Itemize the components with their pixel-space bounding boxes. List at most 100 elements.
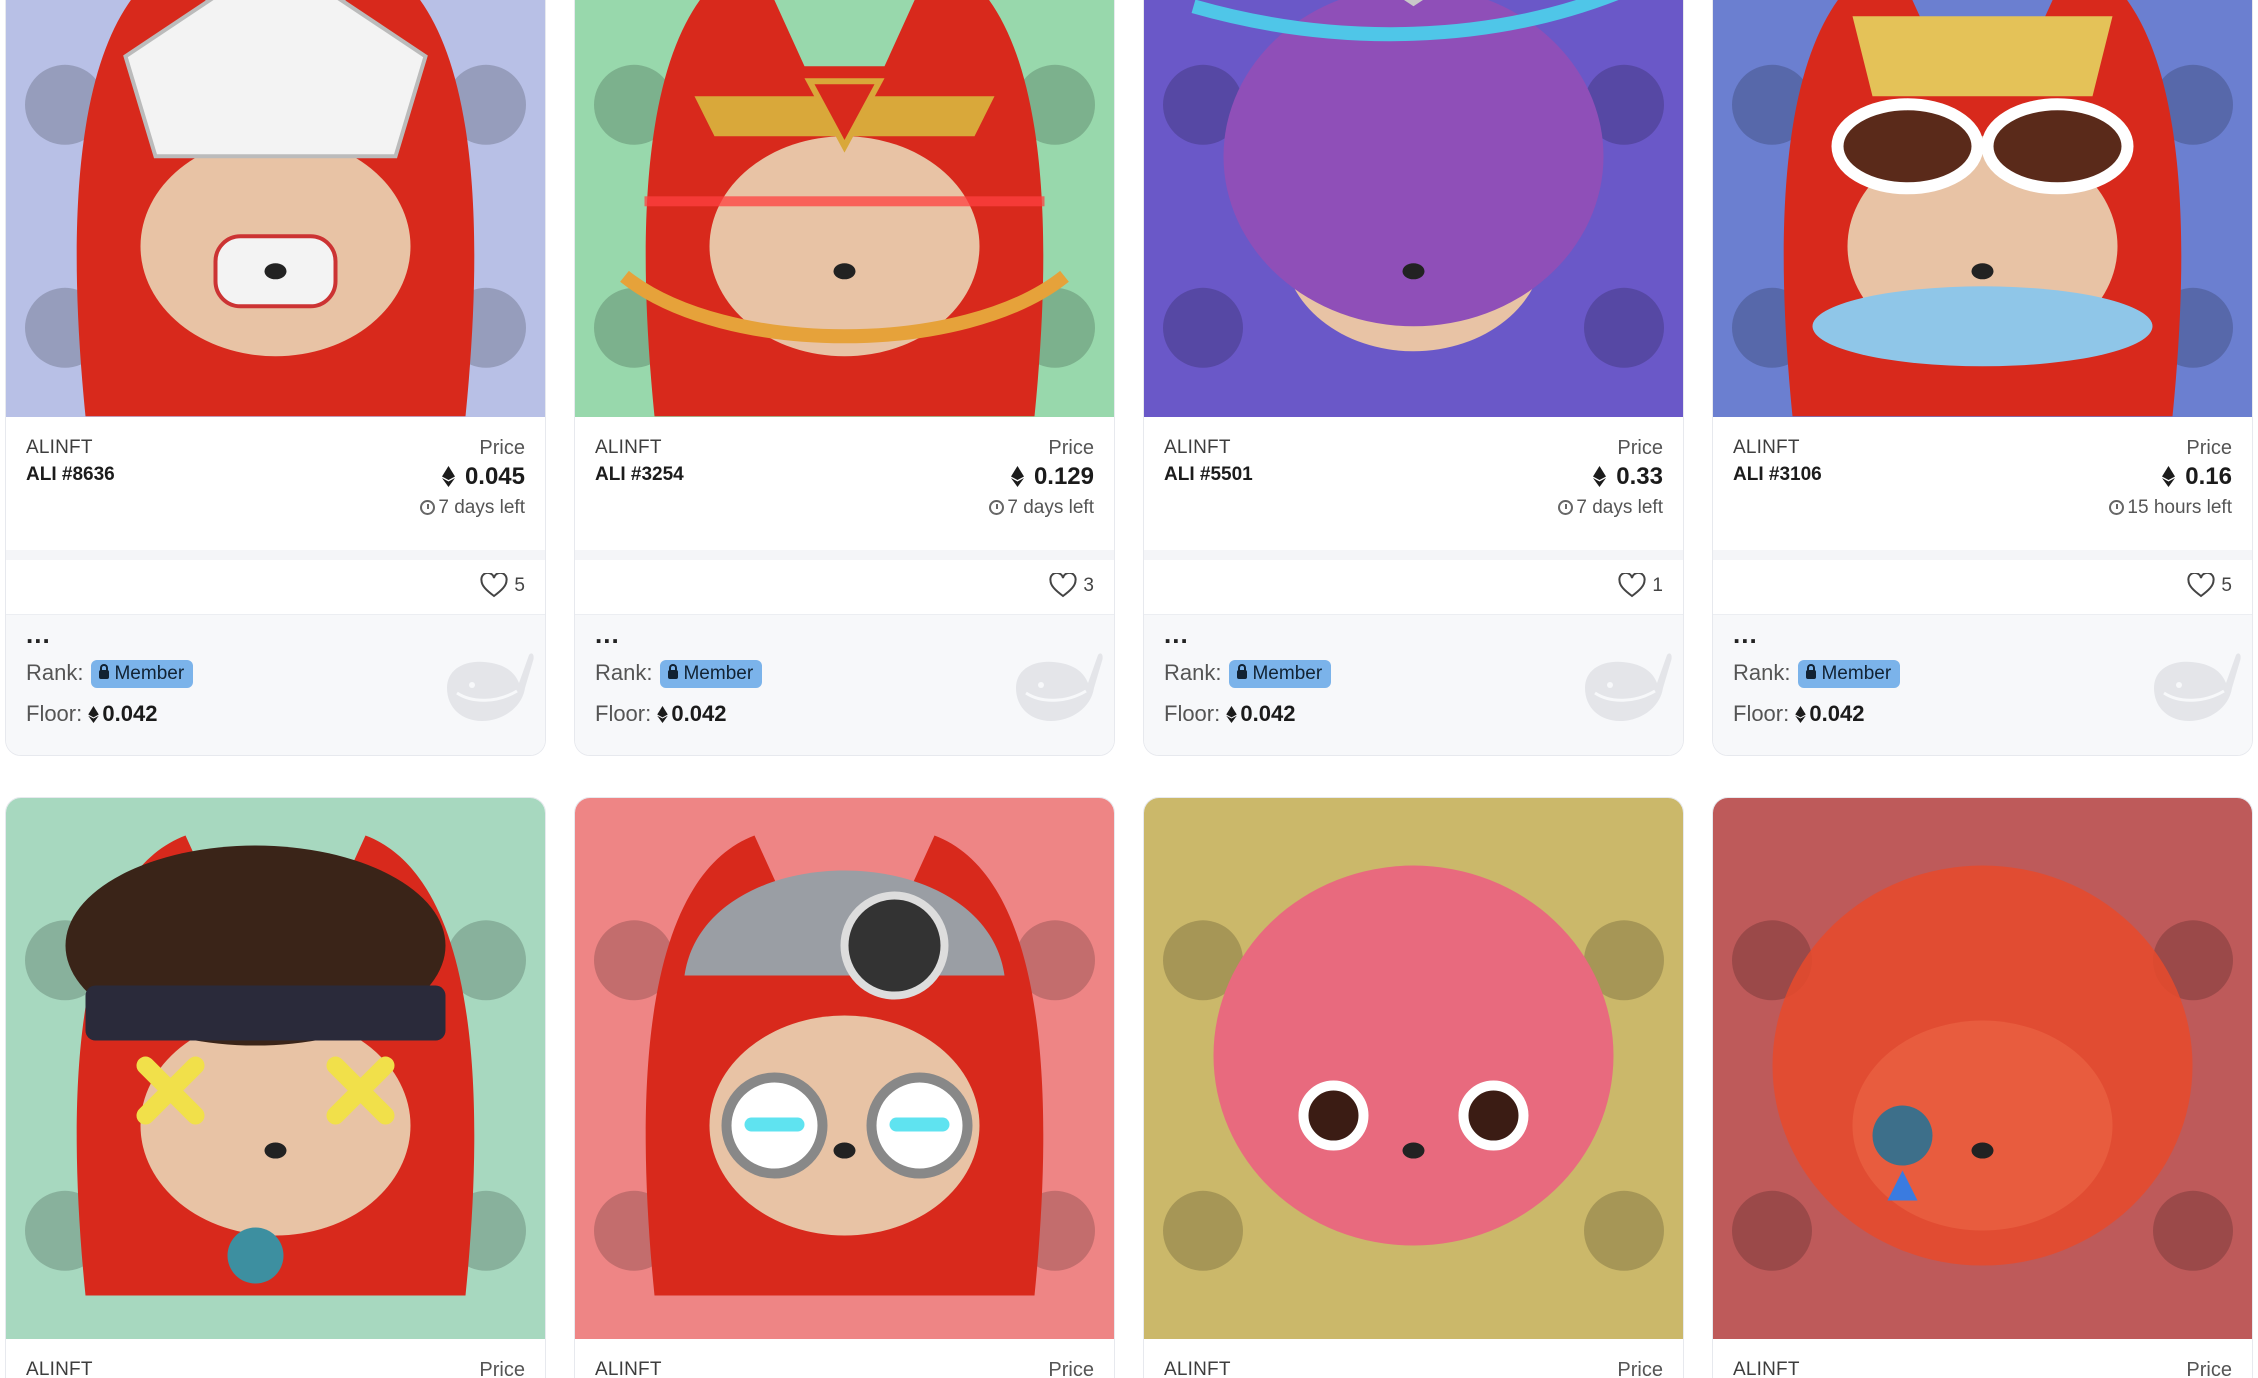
- badge-text: Member: [114, 663, 185, 684]
- collection-name[interactable]: ALINFT: [1733, 1359, 1800, 1378]
- badge-text: Member: [683, 663, 754, 684]
- likes-bar: 3: [575, 550, 1114, 614]
- like-button[interactable]: 5: [2187, 573, 2232, 598]
- nft-card[interactable]: ALINFT Price: [1143, 797, 1684, 1378]
- lock-icon: [1806, 664, 1817, 679]
- member-badge: Member: [660, 660, 763, 688]
- nft-card[interactable]: ALINFT ALI #5501 Price 0.33 7 days left …: [1143, 0, 1684, 756]
- rank-label: Rank:: [595, 660, 653, 685]
- nft-artwork-fox-jelly-glass[interactable]: [1713, 798, 2252, 1339]
- clock-icon: [1558, 500, 1574, 515]
- price-label: Price: [479, 1359, 525, 1378]
- nft-card[interactable]: ALINFT ALI #3106 Price 0.16 15 hours lef…: [1712, 0, 2253, 756]
- floor-row: Floor: 0.042: [26, 701, 157, 727]
- nft-card[interactable]: ALINFT ALI #3254 Price 0.129 7 days left…: [574, 0, 1115, 756]
- token-name[interactable]: ALI #3106: [1733, 464, 1822, 486]
- like-button[interactable]: 5: [480, 573, 525, 598]
- nft-artwork-fox-golden-crown[interactable]: [575, 0, 1114, 417]
- whale-icon[interactable]: [437, 633, 537, 733]
- member-badge: Member: [1229, 660, 1332, 688]
- badge-text: Member: [1252, 663, 1323, 684]
- nft-artwork-fox-pink-hood[interactable]: [1144, 798, 1683, 1339]
- like-button[interactable]: 1: [1618, 573, 1663, 598]
- price-label: Price: [1048, 1359, 1094, 1378]
- heart-icon: [2187, 573, 2216, 598]
- like-count: 1: [1652, 575, 1663, 596]
- more-options-button[interactable]: ...: [1733, 619, 1758, 650]
- collection-name[interactable]: ALINFT: [26, 1359, 93, 1378]
- rank-label: Rank:: [26, 660, 84, 685]
- card-meta: ... Rank: Member Floor: 0.042: [575, 614, 1114, 755]
- floor-label: Floor:: [1733, 701, 1790, 726]
- ethereum-icon: [1226, 706, 1238, 723]
- whale-icon[interactable]: [2144, 633, 2244, 733]
- more-options-button[interactable]: ...: [26, 619, 51, 650]
- like-count: 5: [2221, 575, 2232, 596]
- price-value: 0.16: [2162, 463, 2232, 491]
- price-label: Price: [479, 437, 525, 459]
- rank-row: Rank: Member: [595, 660, 763, 688]
- collection-name[interactable]: ALINFT: [595, 437, 662, 459]
- nft-artwork-fox-bandana-microphone[interactable]: [6, 798, 545, 1339]
- card-meta: ... Rank: Member Floor: 0.042: [1144, 614, 1683, 755]
- price-label: Price: [1617, 437, 1663, 459]
- ethereum-icon: [1010, 466, 1024, 487]
- clock-icon: [2109, 500, 2125, 515]
- rank-row: Rank: Member: [26, 660, 194, 688]
- clock-icon: [989, 500, 1005, 515]
- likes-bar: 5: [6, 550, 545, 614]
- floor-row: Floor: 0.042: [1164, 701, 1295, 727]
- token-name[interactable]: ALI #3254: [595, 464, 684, 486]
- time-left: 7 days left: [420, 497, 525, 519]
- more-options-button[interactable]: ...: [1164, 619, 1189, 650]
- floor-value: 0.042: [1809, 701, 1865, 726]
- floor-row: Floor: 0.042: [595, 701, 726, 727]
- time-left-text: 15 hours left: [2127, 497, 2232, 518]
- like-count: 3: [1083, 575, 1094, 596]
- whale-icon[interactable]: [1575, 633, 1675, 733]
- card-meta: ... Rank: Member Floor: 0.042: [1713, 614, 2252, 755]
- price-value: 0.129: [1010, 463, 1094, 491]
- card-info: ALINFT Price: [1144, 1339, 1683, 1378]
- floor-value: 0.042: [1240, 701, 1296, 726]
- collection-name[interactable]: ALINFT: [1733, 437, 1800, 459]
- nft-card[interactable]: ALINFT Price: [1712, 797, 2253, 1378]
- price-amount: 0.33: [1616, 463, 1663, 490]
- time-left-text: 7 days left: [1576, 497, 1663, 518]
- collection-name[interactable]: ALINFT: [1164, 437, 1231, 459]
- time-left-text: 7 days left: [438, 497, 525, 518]
- nft-card[interactable]: ALINFT Price: [574, 797, 1115, 1378]
- floor-value: 0.042: [671, 701, 727, 726]
- lock-icon: [668, 664, 679, 679]
- floor-row: Floor: 0.042: [1733, 701, 1864, 727]
- floor-label: Floor:: [26, 701, 83, 726]
- like-button[interactable]: 3: [1049, 573, 1094, 598]
- price-amount: 0.045: [464, 463, 525, 490]
- nft-card[interactable]: ALINFT Price: [5, 797, 546, 1378]
- floor-label: Floor:: [1164, 701, 1221, 726]
- collection-name[interactable]: ALINFT: [1164, 1359, 1231, 1378]
- card-info: ALINFT ALI #8636 Price 0.045 7 days left: [6, 417, 545, 550]
- nft-artwork-fox-robot-goggles[interactable]: [575, 798, 1114, 1339]
- price-label: Price: [1617, 1359, 1663, 1378]
- nft-artwork-fox-mecha-helmet[interactable]: [6, 0, 545, 417]
- price-label: Price: [2186, 437, 2232, 459]
- card-meta: ... Rank: Member Floor: 0.042: [6, 614, 545, 755]
- token-name[interactable]: ALI #8636: [26, 464, 115, 486]
- heart-icon: [1049, 573, 1078, 598]
- badge-text: Member: [1821, 663, 1892, 684]
- nft-artwork-fox-sunglasses-hat[interactable]: [1713, 0, 2252, 417]
- nft-card[interactable]: ALINFT ALI #8636 Price 0.045 7 days left…: [5, 0, 546, 756]
- token-name[interactable]: ALI #5501: [1164, 464, 1253, 486]
- collection-name[interactable]: ALINFT: [26, 437, 93, 459]
- like-count: 5: [514, 575, 525, 596]
- member-badge: Member: [91, 660, 194, 688]
- more-options-button[interactable]: ...: [595, 619, 620, 650]
- whale-icon[interactable]: [1006, 633, 1106, 733]
- price-value: 0.33: [1593, 463, 1663, 491]
- card-info: ALINFT ALI #3254 Price 0.129 7 days left: [575, 417, 1114, 550]
- collection-name[interactable]: ALINFT: [595, 1359, 662, 1378]
- card-info: ALINFT ALI #5501 Price 0.33 7 days left: [1144, 417, 1683, 550]
- nft-artwork-fox-ethereum-hood[interactable]: [1144, 0, 1683, 417]
- price-amount: 0.129: [1033, 463, 1094, 490]
